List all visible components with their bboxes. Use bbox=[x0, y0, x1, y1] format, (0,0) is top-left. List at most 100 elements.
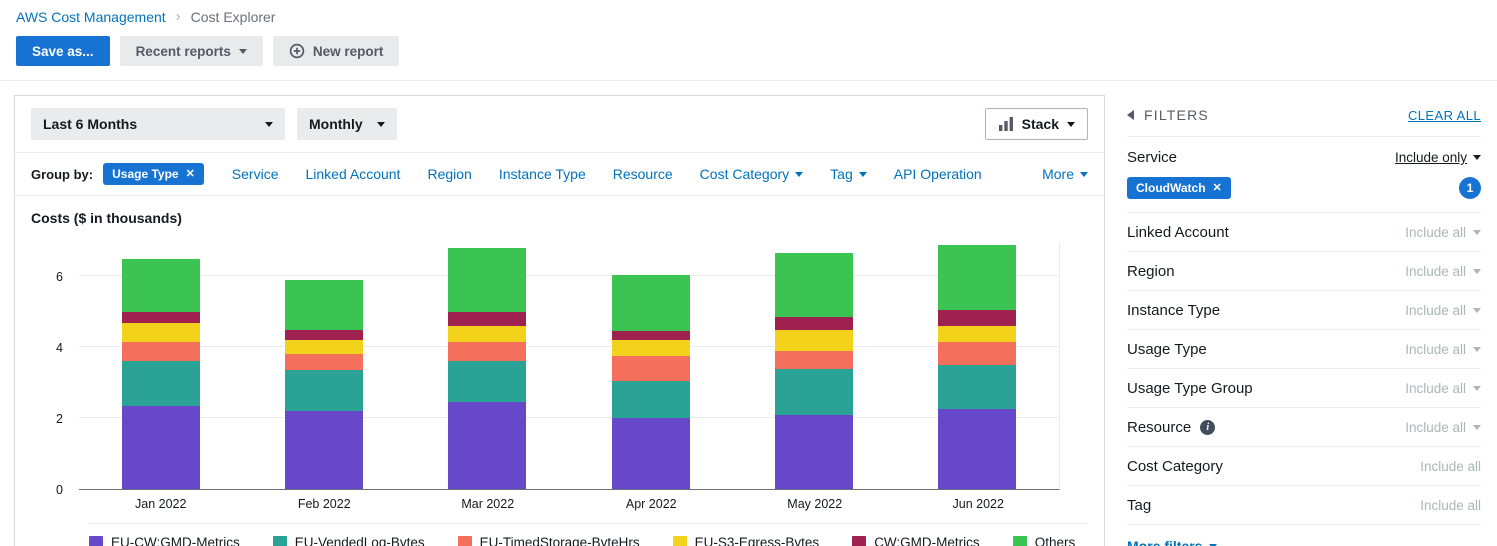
bar-segment-eu-cw-gmd-metrics[interactable] bbox=[774, 414, 853, 489]
bar-segment-others[interactable] bbox=[448, 248, 527, 312]
bar-segment-eu-timedstorage-bytehrs[interactable] bbox=[774, 350, 853, 369]
bar-segment-cw-gmd-metrics[interactable] bbox=[121, 311, 200, 323]
more-filters-link[interactable]: More filters bbox=[1127, 525, 1218, 546]
y-tick-label: 4 bbox=[56, 341, 63, 356]
group-by-link-api-operation[interactable]: API Operation bbox=[894, 166, 982, 182]
clear-all-link[interactable]: CLEAR ALL bbox=[1408, 108, 1481, 123]
stacked-bar-feb-2022[interactable] bbox=[284, 280, 363, 489]
bar-segment-eu-vendedlog-bytes[interactable] bbox=[774, 368, 853, 415]
bar-segment-eu-cw-gmd-metrics[interactable] bbox=[611, 418, 690, 489]
chevron-down-icon bbox=[1473, 346, 1481, 352]
chart-title: Costs ($ in thousands) bbox=[31, 210, 182, 226]
chart-style-select[interactable]: Stack bbox=[984, 108, 1088, 140]
bar-segment-others[interactable] bbox=[938, 244, 1017, 311]
filter-value-dropdown[interactable]: Include all bbox=[1405, 420, 1481, 435]
recent-reports-button[interactable]: Recent reports bbox=[119, 36, 263, 66]
legend-label: EU-S3-Egress-Bytes bbox=[694, 535, 820, 546]
legend-label: EU-CW:GMD-Metrics bbox=[111, 535, 240, 546]
bar-segment-cw-gmd-metrics[interactable] bbox=[611, 331, 690, 341]
collapse-panel-icon[interactable] bbox=[1127, 110, 1134, 120]
save-as-button[interactable]: Save as... bbox=[16, 36, 110, 66]
group-by-link-tag[interactable]: Tag bbox=[830, 166, 867, 182]
filter-value-dropdown[interactable]: Include all bbox=[1405, 342, 1481, 357]
bar-segment-cw-gmd-metrics[interactable] bbox=[938, 310, 1017, 327]
stacked-bar-mar-2022[interactable] bbox=[448, 248, 527, 489]
chevron-down-icon bbox=[238, 48, 247, 54]
breadcrumb-root-link[interactable]: AWS Cost Management bbox=[16, 9, 166, 25]
bar-segment-eu-cw-gmd-metrics[interactable] bbox=[448, 402, 527, 489]
bar-segment-eu-vendedlog-bytes[interactable] bbox=[121, 361, 200, 406]
filter-value-dropdown[interactable]: Include all bbox=[1405, 264, 1481, 279]
group-by-link-region[interactable]: Region bbox=[427, 166, 471, 182]
legend-item-others[interactable]: Others bbox=[1012, 535, 1075, 546]
legend-swatch bbox=[1012, 535, 1027, 546]
chevron-down-icon bbox=[1080, 171, 1088, 177]
legend-label: EU-VendedLog-Bytes bbox=[294, 535, 425, 546]
filters-title: FILTERS bbox=[1144, 107, 1209, 123]
bar-segment-eu-s3-egress-bytes[interactable] bbox=[774, 329, 853, 351]
filter-value-dropdown[interactable]: Include all bbox=[1405, 303, 1481, 318]
filter-label: Region bbox=[1127, 262, 1175, 280]
group-by-link-resource[interactable]: Resource bbox=[613, 166, 673, 182]
bar-segment-eu-vendedlog-bytes[interactable] bbox=[448, 361, 527, 403]
date-range-value: Last 6 Months bbox=[43, 116, 138, 132]
bar-segment-eu-vendedlog-bytes[interactable] bbox=[611, 380, 690, 419]
close-icon[interactable]: ✕ bbox=[1213, 182, 1222, 194]
bar-segment-eu-cw-gmd-metrics[interactable] bbox=[121, 405, 200, 489]
filter-value-dropdown[interactable]: Include all bbox=[1420, 459, 1481, 474]
bar-segment-eu-s3-egress-bytes[interactable] bbox=[611, 340, 690, 357]
bar-segment-others[interactable] bbox=[284, 280, 363, 330]
legend-item-eu-cw-gmd-metrics[interactable]: EU-CW:GMD-Metrics bbox=[89, 535, 240, 546]
close-icon[interactable]: ✕ bbox=[186, 168, 195, 180]
bar-segment-eu-timedstorage-bytehrs[interactable] bbox=[448, 341, 527, 362]
stacked-bar-apr-2022[interactable] bbox=[611, 274, 690, 489]
bar-segment-eu-timedstorage-bytehrs[interactable] bbox=[121, 341, 200, 362]
controls-row: Last 6 Months Monthly Stack bbox=[15, 96, 1104, 152]
bar-segment-eu-vendedlog-bytes[interactable] bbox=[284, 370, 363, 412]
legend-item-eu-vendedlog-bytes[interactable]: EU-VendedLog-Bytes bbox=[272, 535, 425, 546]
stacked-bar-jan-2022[interactable] bbox=[121, 258, 200, 489]
legend-item-eu-timedstorage-bytehrs[interactable]: EU-TimedStorage-ByteHrs bbox=[457, 535, 640, 546]
bar-segment-eu-s3-egress-bytes[interactable] bbox=[448, 326, 527, 342]
granularity-select[interactable]: Monthly bbox=[297, 108, 397, 140]
stacked-bar-chart: 0 2 4 6 bbox=[31, 242, 1088, 497]
group-by-chip-usage-type[interactable]: Usage Type ✕ bbox=[103, 163, 204, 185]
filter-value-dropdown[interactable]: Include all bbox=[1405, 225, 1481, 240]
bar-segment-others[interactable] bbox=[121, 258, 200, 312]
service-chip-cloudwatch[interactable]: CloudWatch ✕ bbox=[1127, 177, 1231, 199]
date-range-select[interactable]: Last 6 Months bbox=[31, 108, 285, 140]
group-by-link-linked-account[interactable]: Linked Account bbox=[305, 166, 400, 182]
new-report-button[interactable]: New report bbox=[272, 36, 400, 66]
stacked-bar-jun-2022[interactable] bbox=[938, 244, 1017, 489]
bar-segment-others[interactable] bbox=[774, 253, 853, 318]
filter-value-dropdown[interactable]: Include all bbox=[1405, 381, 1481, 396]
legend-item-eu-s3-egress-bytes[interactable]: EU-S3-Egress-Bytes bbox=[672, 535, 820, 546]
content: Last 6 Months Monthly Stack Group by: Us… bbox=[0, 81, 1497, 546]
bar-column-may-2022 bbox=[732, 242, 895, 489]
bar-segment-eu-timedstorage-bytehrs[interactable] bbox=[284, 354, 363, 371]
bar-segment-eu-vendedlog-bytes[interactable] bbox=[938, 365, 1017, 410]
chevron-down-icon bbox=[795, 171, 804, 177]
group-by-link-instance-type[interactable]: Instance Type bbox=[499, 166, 586, 182]
bar-segment-others[interactable] bbox=[611, 274, 690, 332]
filter-row-usage-type-group: Usage Type Group Include all bbox=[1127, 369, 1481, 408]
y-tick-label: 0 bbox=[56, 483, 63, 497]
legend-item-cw-gmd-metrics[interactable]: CW:GMD-Metrics bbox=[852, 535, 980, 546]
info-icon[interactable]: i bbox=[1200, 419, 1216, 435]
group-by-link-service[interactable]: Service bbox=[232, 166, 279, 182]
bar-segment-eu-cw-gmd-metrics[interactable] bbox=[284, 411, 363, 489]
bar-segment-eu-s3-egress-bytes[interactable] bbox=[284, 340, 363, 355]
stacked-bar-may-2022[interactable] bbox=[774, 253, 853, 489]
bar-segment-eu-timedstorage-bytehrs[interactable] bbox=[611, 356, 690, 381]
bar-segment-eu-s3-egress-bytes[interactable] bbox=[938, 326, 1017, 342]
bar-segment-cw-gmd-metrics[interactable] bbox=[284, 329, 363, 341]
filter-value-dropdown[interactable]: Include all bbox=[1420, 498, 1481, 513]
bar-segment-cw-gmd-metrics[interactable] bbox=[448, 311, 527, 327]
group-by-link-cost-category[interactable]: Cost Category bbox=[700, 166, 804, 182]
service-mode-dropdown[interactable]: Include only bbox=[1395, 150, 1481, 165]
bar-segment-cw-gmd-metrics[interactable] bbox=[774, 317, 853, 330]
bar-segment-eu-timedstorage-bytehrs[interactable] bbox=[938, 342, 1017, 366]
group-by-more-link[interactable]: More bbox=[1042, 166, 1088, 182]
bar-segment-eu-s3-egress-bytes[interactable] bbox=[121, 322, 200, 342]
bar-segment-eu-cw-gmd-metrics[interactable] bbox=[938, 409, 1017, 489]
